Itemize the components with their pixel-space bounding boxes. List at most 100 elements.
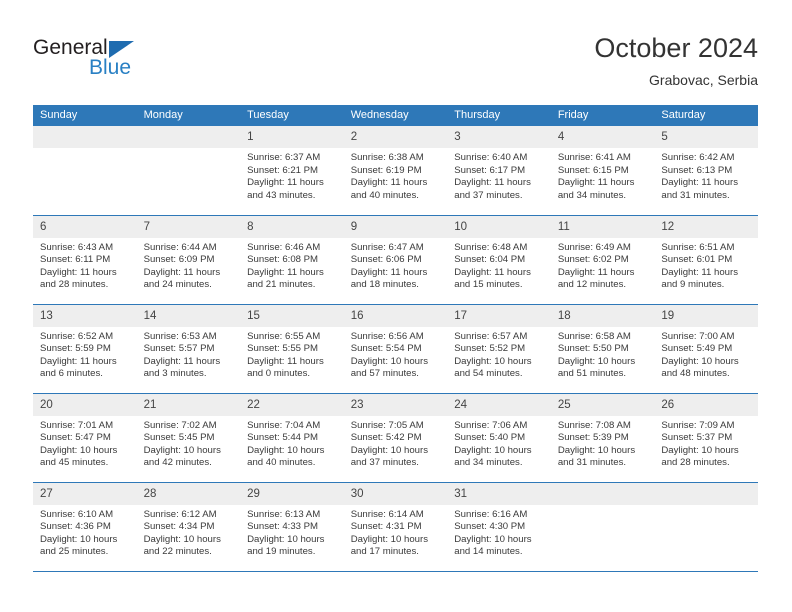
day-cell[interactable]: 12 Sunrise: 6:51 AM Sunset: 6:01 PM Dayl…	[654, 215, 758, 305]
day-number: 29	[240, 482, 344, 505]
day-info: Sunrise: 6:13 AM Sunset: 4:33 PM Dayligh…	[240, 505, 344, 559]
day-info: Sunrise: 6:16 AM Sunset: 4:30 PM Dayligh…	[447, 505, 551, 559]
day-cell[interactable]: 13 Sunrise: 6:52 AM Sunset: 5:59 PM Dayl…	[33, 304, 137, 394]
sunrise-line: Sunrise: 6:10 AM	[40, 508, 114, 520]
day-cell[interactable]	[33, 126, 137, 216]
day-cell[interactable]: 6 Sunrise: 6:43 AM Sunset: 6:11 PM Dayli…	[33, 215, 137, 305]
sunrise-line: Sunrise: 6:56 AM	[350, 330, 424, 342]
day-cell[interactable]: 28 Sunrise: 6:12 AM Sunset: 4:34 PM Dayl…	[136, 482, 241, 572]
calendar-body: 1 Sunrise: 6:37 AM Sunset: 6:21 PM Dayli…	[33, 126, 758, 572]
day-cell[interactable]	[550, 482, 655, 572]
day-cell[interactable]: 11 Sunrise: 6:49 AM Sunset: 6:02 PM Dayl…	[550, 215, 655, 305]
day-cell[interactable]: 8 Sunrise: 6:46 AM Sunset: 6:08 PM Dayli…	[240, 215, 344, 305]
day-info: Sunrise: 6:48 AM Sunset: 6:04 PM Dayligh…	[447, 238, 551, 292]
day-cell[interactable]: 18 Sunrise: 6:58 AM Sunset: 5:50 PM Dayl…	[550, 304, 655, 394]
sunrise-line: Sunrise: 6:14 AM	[350, 508, 424, 520]
sunset-line: Sunset: 5:50 PM	[557, 343, 629, 355]
daylight-line-2: and 28 minutes.	[40, 279, 109, 291]
daylight-line-1: Daylight: 11 hours	[247, 177, 324, 189]
calendar-page: General Blue October 2024 Grabovac, Serb…	[0, 0, 792, 612]
day-number: 28	[136, 482, 241, 505]
day-cell[interactable]: 31 Sunrise: 6:16 AM Sunset: 4:30 PM Dayl…	[447, 482, 551, 572]
day-cell[interactable]	[136, 126, 241, 216]
daylight-line-2: and 51 minutes.	[557, 368, 627, 380]
daylight-line-1: Daylight: 11 hours	[40, 355, 117, 367]
day-cell[interactable]: 15 Sunrise: 6:55 AM Sunset: 5:55 PM Dayl…	[240, 304, 344, 394]
day-cell[interactable]: 4 Sunrise: 6:41 AM Sunset: 6:15 PM Dayli…	[550, 126, 655, 216]
day-cell[interactable]: 22 Sunrise: 7:04 AM Sunset: 5:44 PM Dayl…	[240, 393, 344, 483]
sunrise-line: Sunrise: 6:53 AM	[143, 330, 217, 342]
day-info: Sunrise: 6:57 AM Sunset: 5:52 PM Dayligh…	[447, 327, 551, 381]
sunset-line: Sunset: 5:54 PM	[350, 343, 422, 355]
weekday-header-friday: Friday	[550, 105, 655, 126]
weekday-header-thursday: Thursday	[447, 105, 551, 126]
day-number: 15	[240, 304, 344, 327]
day-cell[interactable]: 17 Sunrise: 6:57 AM Sunset: 5:52 PM Dayl…	[447, 304, 551, 394]
sunset-line: Sunset: 4:36 PM	[40, 521, 111, 533]
sunrise-line: Sunrise: 6:43 AM	[40, 241, 114, 253]
daylight-line-2: and 42 minutes.	[143, 457, 212, 469]
day-cell[interactable]: 5 Sunrise: 6:42 AM Sunset: 6:13 PM Dayli…	[654, 126, 758, 216]
day-info: Sunrise: 6:14 AM Sunset: 4:31 PM Dayligh…	[344, 505, 448, 559]
daylight-line-1: Daylight: 10 hours	[557, 444, 636, 456]
day-cell[interactable]: 7 Sunrise: 6:44 AM Sunset: 6:09 PM Dayli…	[136, 215, 241, 305]
day-cell[interactable]: 27 Sunrise: 6:10 AM Sunset: 4:36 PM Dayl…	[33, 482, 137, 572]
daylight-line-2: and 9 minutes.	[661, 279, 725, 291]
day-cell[interactable]: 30 Sunrise: 6:14 AM Sunset: 4:31 PM Dayl…	[343, 482, 448, 572]
sunset-line: Sunset: 5:52 PM	[454, 343, 526, 355]
day-cell[interactable]: 19 Sunrise: 7:00 AM Sunset: 5:49 PM Dayl…	[654, 304, 758, 394]
day-info: Sunrise: 7:09 AM Sunset: 5:37 PM Dayligh…	[654, 416, 758, 470]
day-cell[interactable]: 25 Sunrise: 7:08 AM Sunset: 5:39 PM Dayl…	[550, 393, 655, 483]
day-info: Sunrise: 6:53 AM Sunset: 5:57 PM Dayligh…	[137, 327, 241, 381]
sunrise-line: Sunrise: 7:00 AM	[661, 330, 735, 342]
day-cell[interactable]: 1 Sunrise: 6:37 AM Sunset: 6:21 PM Dayli…	[240, 126, 344, 216]
day-info: Sunrise: 6:56 AM Sunset: 5:54 PM Dayligh…	[344, 327, 448, 381]
weekday-header-monday: Monday	[136, 105, 241, 126]
sunrise-line: Sunrise: 6:42 AM	[661, 152, 735, 163]
sunrise-line: Sunrise: 6:46 AM	[247, 241, 321, 253]
day-cell[interactable]: 14 Sunrise: 6:53 AM Sunset: 5:57 PM Dayl…	[136, 304, 241, 394]
day-info: Sunrise: 7:05 AM Sunset: 5:42 PM Dayligh…	[344, 416, 448, 470]
day-cell[interactable]: 23 Sunrise: 7:05 AM Sunset: 5:42 PM Dayl…	[343, 393, 448, 483]
daylight-line-1: Daylight: 11 hours	[454, 177, 531, 189]
sunset-line: Sunset: 5:55 PM	[247, 343, 319, 355]
sunrise-line: Sunrise: 7:02 AM	[143, 419, 217, 431]
day-number: 16	[343, 304, 448, 327]
day-info: Sunrise: 6:52 AM Sunset: 5:59 PM Dayligh…	[33, 327, 137, 381]
day-info: Sunrise: 6:10 AM Sunset: 4:36 PM Dayligh…	[33, 505, 137, 559]
day-number: 6	[33, 215, 137, 238]
daylight-line-2: and 54 minutes.	[454, 368, 523, 380]
day-cell[interactable]: 21 Sunrise: 7:02 AM Sunset: 5:45 PM Dayl…	[136, 393, 241, 483]
day-cell[interactable]: 2 Sunrise: 6:38 AM Sunset: 6:19 PM Dayli…	[343, 126, 448, 216]
daylight-line-1: Daylight: 10 hours	[143, 444, 221, 456]
day-cell[interactable]: 9 Sunrise: 6:47 AM Sunset: 6:06 PM Dayli…	[343, 215, 448, 305]
day-cell[interactable]	[654, 482, 758, 572]
day-cell[interactable]: 20 Sunrise: 7:01 AM Sunset: 5:47 PM Dayl…	[33, 393, 137, 483]
day-cell[interactable]: 26 Sunrise: 7:09 AM Sunset: 5:37 PM Dayl…	[654, 393, 758, 483]
daylight-line-1: Daylight: 11 hours	[454, 266, 531, 278]
day-cell[interactable]: 24 Sunrise: 7:06 AM Sunset: 5:40 PM Dayl…	[447, 393, 551, 483]
daylight-line-1: Daylight: 11 hours	[247, 355, 324, 367]
daylight-line-1: Daylight: 11 hours	[40, 266, 117, 278]
sunrise-line: Sunrise: 6:37 AM	[247, 152, 321, 163]
day-cell[interactable]: 16 Sunrise: 6:56 AM Sunset: 5:54 PM Dayl…	[343, 304, 448, 394]
day-number: 10	[447, 215, 551, 238]
day-cell[interactable]: 29 Sunrise: 6:13 AM Sunset: 4:33 PM Dayl…	[240, 482, 344, 572]
sunset-line: Sunset: 5:39 PM	[557, 432, 629, 444]
general-blue-logo[interactable]: General Blue	[33, 36, 233, 86]
title-block: October 2024 Grabovac, Serbia	[594, 32, 758, 90]
sunset-line: Sunset: 5:57 PM	[143, 343, 215, 355]
calendar-week-row: 27 Sunrise: 6:10 AM Sunset: 4:36 PM Dayl…	[33, 482, 758, 572]
day-number: 25	[550, 393, 655, 416]
daylight-line-1: Daylight: 11 hours	[350, 177, 428, 189]
sunset-line: Sunset: 6:19 PM	[350, 164, 422, 176]
day-cell[interactable]: 3 Sunrise: 6:40 AM Sunset: 6:17 PM Dayli…	[447, 126, 551, 216]
sunset-line: Sunset: 6:15 PM	[557, 164, 629, 176]
sunrise-line: Sunrise: 6:44 AM	[143, 241, 217, 253]
day-number: 19	[654, 304, 758, 327]
day-info: Sunrise: 6:58 AM Sunset: 5:50 PM Dayligh…	[551, 327, 655, 381]
day-cell[interactable]: 10 Sunrise: 6:48 AM Sunset: 6:04 PM Dayl…	[447, 215, 551, 305]
day-number	[33, 126, 137, 148]
daylight-line-1: Daylight: 11 hours	[143, 355, 221, 367]
daylight-line-2: and 18 minutes.	[350, 279, 419, 291]
